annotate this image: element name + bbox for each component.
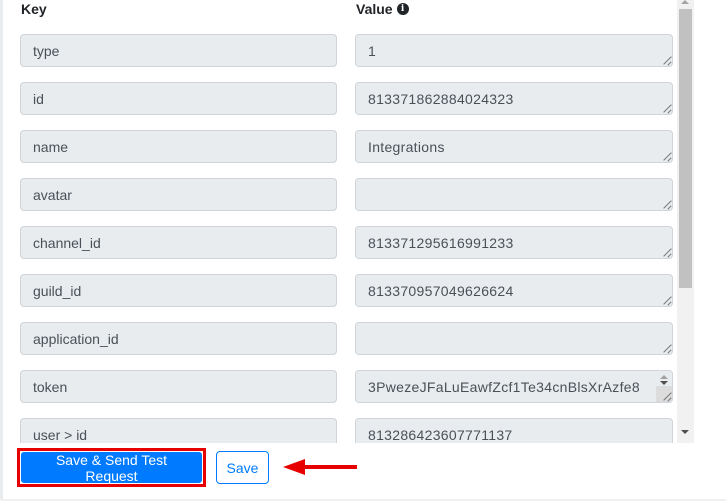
value-textarea[interactable]: 813371862884024323: [355, 82, 673, 115]
field-row: name Integrations: [0, 130, 694, 164]
value-text: 813286423607771137: [368, 426, 513, 443]
field-row: user > id 813286423607771137: [0, 418, 694, 443]
key-field: application_id: [20, 322, 337, 355]
field-row: avatar: [0, 178, 694, 212]
value-text: 1: [368, 42, 377, 59]
value-textarea[interactable]: 3PwezeJFaLuEawfZcf1Te34cnBlsXrAzfe8: [355, 370, 673, 403]
value-textarea[interactable]: [355, 322, 673, 355]
resize-grip-icon[interactable]: [662, 344, 671, 353]
resize-grip-icon[interactable]: [662, 392, 671, 401]
value-text: Integrations: [368, 138, 445, 155]
value-textarea[interactable]: [355, 178, 673, 211]
field-row: id 813371862884024323: [0, 82, 694, 116]
resize-grip-icon[interactable]: [662, 104, 671, 113]
field-row: application_id: [0, 322, 694, 356]
value-textarea[interactable]: 813370957049626624: [355, 274, 673, 307]
value-text: 813371862884024323: [368, 90, 514, 107]
field-row: token 3PwezeJFaLuEawfZcf1Te34cnBlsXrAzfe…: [0, 370, 694, 404]
scroll-up-icon[interactable]: [660, 375, 668, 379]
resize-grip-icon[interactable]: [662, 152, 671, 161]
value-textarea[interactable]: 813371295616991233: [355, 226, 673, 259]
resize-grip-icon[interactable]: [662, 56, 671, 65]
info-circle-icon[interactable]: i: [396, 3, 409, 15]
save-button[interactable]: Save: [216, 451, 269, 484]
value-textarea[interactable]: Integrations: [355, 130, 673, 163]
key-column-header: Key: [21, 1, 47, 17]
key-field: token: [20, 370, 337, 403]
key-field: channel_id: [20, 226, 337, 259]
scroll-down-icon[interactable]: [660, 381, 668, 385]
key-field: type: [20, 34, 337, 67]
value-textarea[interactable]: 1: [355, 34, 673, 67]
resize-grip-icon[interactable]: [662, 200, 671, 209]
value-text: 813370957049626624: [368, 282, 514, 299]
arrow-shape: [283, 459, 357, 475]
value-text: 813371295616991233: [368, 234, 514, 251]
key-value-list: Key Value i type 1 id 813371862884024323…: [0, 0, 694, 443]
scroll-thumb[interactable]: [679, 9, 692, 288]
arrow-left-icon: [283, 459, 357, 475]
list-scrollbar[interactable]: [677, 0, 694, 443]
value-textarea[interactable]: 813286423607771137: [355, 418, 673, 443]
highlight-box: Save & Send Test Request: [17, 448, 206, 487]
scroll-down-arrow-icon[interactable]: [681, 430, 689, 434]
key-field: name: [20, 130, 337, 163]
resize-grip-icon[interactable]: [662, 248, 671, 257]
field-row: guild_id 813370957049626624: [0, 274, 694, 308]
key-field: user > id: [20, 418, 337, 443]
scroll-up-arrow-icon[interactable]: [681, 0, 689, 4]
field-row: channel_id 813371295616991233: [0, 226, 694, 260]
key-field: avatar: [20, 178, 337, 211]
save-send-test-request-button[interactable]: Save & Send Test Request: [21, 452, 202, 484]
resize-grip-icon[interactable]: [662, 296, 671, 305]
field-row: type 1: [0, 34, 694, 68]
value-column-header: Value i: [356, 1, 409, 17]
value-text: 3PwezeJFaLuEawfZcf1Te34cnBlsXrAzfe8: [368, 378, 640, 395]
key-field: id: [20, 82, 337, 115]
key-field: guild_id: [20, 274, 337, 307]
value-header-label: Value: [356, 1, 393, 17]
